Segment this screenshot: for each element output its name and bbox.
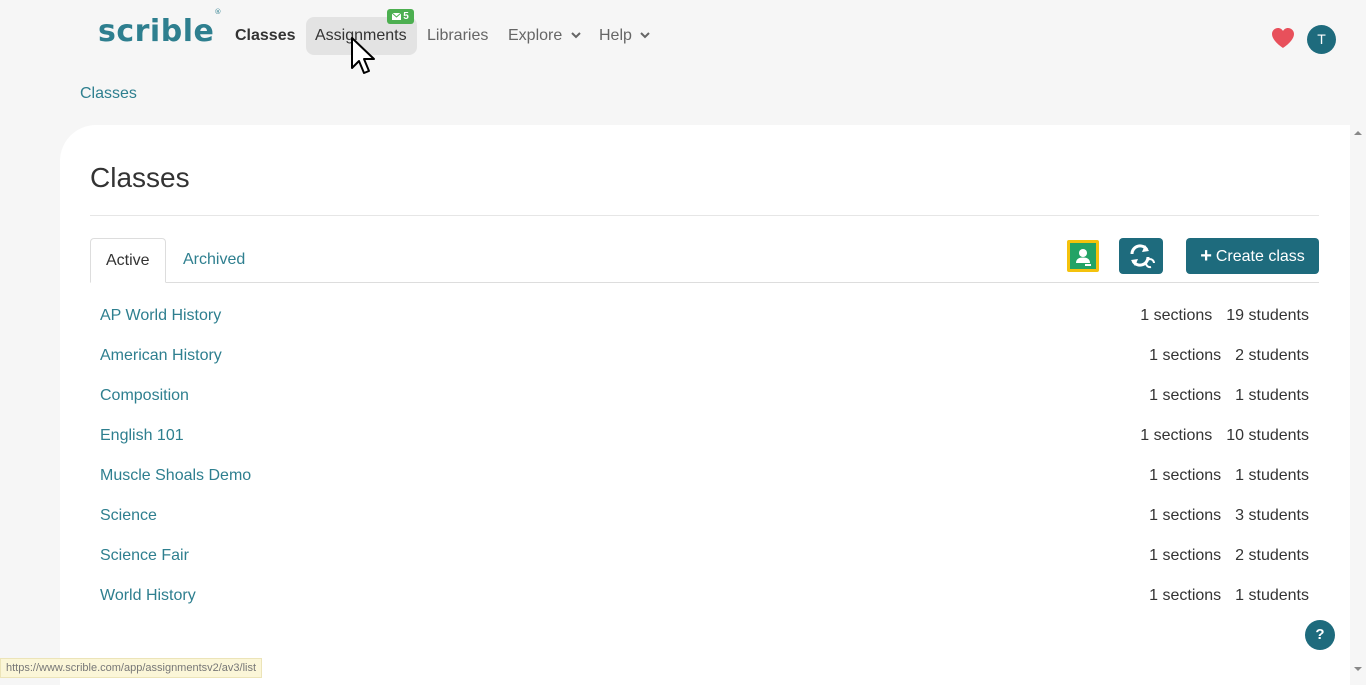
assignments-badge-count: 5 [403, 11, 409, 22]
avatar-initial: T [1317, 31, 1326, 47]
section-count: 1 sections [1149, 387, 1222, 404]
tabs-divider [90, 282, 1319, 283]
classes-panel: Classes Active Archived + Create class AP… [60, 125, 1350, 685]
help-button[interactable]: ? [1305, 620, 1335, 650]
class-row: Muscle Shoals Demo 1 sections 1 students [100, 457, 1309, 497]
scroll-down-arrow-icon[interactable] [1352, 663, 1364, 675]
scrible-logo[interactable]: scrible® [98, 8, 222, 49]
class-row: American History 1 sections 2 students [100, 337, 1309, 377]
envelope-icon [391, 12, 402, 20]
class-row: AP World History 1 sections 19 students [100, 297, 1309, 337]
student-count: 2 students [1235, 547, 1309, 564]
class-counts: 1 sections 1 students [1149, 467, 1309, 485]
class-link[interactable]: Science Fair [100, 547, 189, 565]
create-class-button[interactable]: + Create class [1186, 238, 1319, 274]
nav-explore-label: Explore [508, 27, 563, 44]
tab-active-label: Active [106, 252, 150, 269]
sync-classes-button[interactable] [1119, 238, 1163, 274]
student-count: 1 students [1235, 587, 1309, 604]
sync-icon [1130, 244, 1155, 269]
class-counts: 1 sections 1 students [1149, 387, 1309, 405]
section-count: 1 sections [1149, 507, 1222, 524]
class-counts: 1 sections 1 students [1149, 587, 1309, 605]
section-count: 1 sections [1149, 547, 1222, 564]
class-row: Science Fair 1 sections 2 students [100, 537, 1309, 577]
google-classroom-icon [1076, 249, 1091, 266]
class-link[interactable]: World History [100, 587, 196, 605]
top-navigation: scrible® Classes Assignments 5 Libraries… [0, 0, 1366, 72]
nav-classes[interactable]: Classes [226, 17, 305, 55]
nav-help-label: Help [599, 27, 632, 44]
class-row: World History 1 sections 1 students [100, 577, 1309, 617]
user-avatar[interactable]: T [1307, 25, 1336, 54]
tab-archived[interactable]: Archived [168, 238, 260, 283]
student-count: 1 students [1235, 387, 1309, 404]
heart-icon[interactable] [1271, 27, 1295, 49]
class-link[interactable]: American History [100, 347, 222, 365]
class-link[interactable]: AP World History [100, 307, 221, 325]
create-class-label: Create class [1215, 248, 1305, 265]
chevron-down-icon [640, 32, 651, 39]
class-row: English 101 1 sections 10 students [100, 417, 1309, 457]
student-count: 2 students [1235, 347, 1309, 364]
scroll-up-arrow-icon[interactable] [1352, 127, 1364, 139]
student-count: 3 students [1235, 507, 1309, 524]
tab-active[interactable]: Active [90, 238, 166, 283]
section-count: 1 sections [1149, 587, 1222, 604]
class-link[interactable]: Science [100, 507, 157, 525]
class-row: Science 1 sections 3 students [100, 497, 1309, 537]
page-title: Classes [90, 162, 190, 193]
nav-help[interactable]: Help [590, 17, 659, 55]
breadcrumb-classes[interactable]: Classes [80, 85, 137, 103]
section-count: 1 sections [1140, 427, 1213, 444]
status-bar-url: https://www.scrible.com/app/assignmentsv… [0, 658, 263, 678]
class-counts: 1 sections 3 students [1149, 507, 1309, 525]
nav-libraries-label: Libraries [427, 27, 489, 44]
section-count: 1 sections [1140, 307, 1213, 324]
mouse-cursor-icon [351, 37, 375, 74]
class-counts: 1 sections 2 students [1149, 347, 1309, 365]
student-count: 1 students [1235, 467, 1309, 484]
help-label: ? [1315, 626, 1325, 643]
class-list: AP World History 1 sections 19 students A… [100, 297, 1309, 617]
plus-icon: + [1200, 245, 1212, 267]
class-link[interactable]: Composition [100, 387, 189, 405]
tab-archived-label: Archived [183, 251, 246, 268]
section-count: 1 sections [1149, 467, 1222, 484]
chevron-down-icon [570, 32, 581, 39]
nav-libraries[interactable]: Libraries [418, 17, 497, 55]
nav-classes-label: Classes [235, 27, 296, 44]
title-divider [90, 215, 1319, 216]
class-counts: 1 sections 19 students [1140, 307, 1309, 325]
class-counts: 1 sections 10 students [1140, 427, 1309, 445]
class-link[interactable]: English 101 [100, 427, 184, 445]
class-row: Composition 1 sections 1 students [100, 377, 1309, 417]
google-classroom-button[interactable] [1067, 240, 1099, 272]
logo-mark: ® [214, 8, 222, 16]
logo-text: scrible [98, 14, 215, 49]
class-counts: 1 sections 2 students [1149, 547, 1309, 565]
student-count: 19 students [1226, 307, 1309, 324]
student-count: 10 students [1226, 427, 1309, 444]
class-link[interactable]: Muscle Shoals Demo [100, 467, 251, 485]
assignments-badge: 5 [387, 9, 414, 24]
nav-explore[interactable]: Explore [499, 17, 590, 55]
breadcrumb-label: Classes [80, 85, 137, 102]
section-count: 1 sections [1149, 347, 1222, 364]
